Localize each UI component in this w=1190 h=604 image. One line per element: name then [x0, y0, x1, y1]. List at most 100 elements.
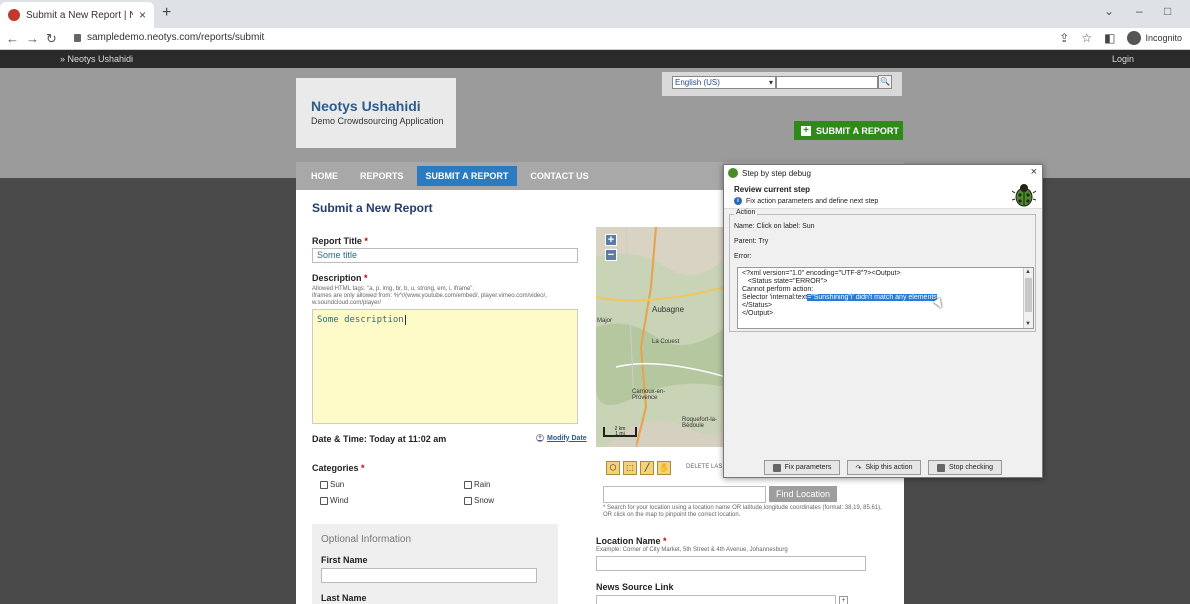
category-sun[interactable]: Sun — [320, 480, 344, 489]
optional-info-section: Optional Information First Name Last Nam… — [312, 524, 558, 604]
action-parent: Parent: Try — [734, 238, 769, 245]
error-output-textarea[interactable]: <?xml version="1.0" encoding="UTF-8"?><O… — [737, 267, 1034, 329]
stop-icon — [937, 463, 945, 472]
info-icon: i — [734, 197, 742, 205]
dialog-header: Review current step i Fix action paramet… — [724, 181, 1042, 209]
categories-label: Categories * — [312, 463, 365, 473]
report-title-input[interactable]: Some title — [312, 248, 578, 263]
site-search-input[interactable] — [776, 76, 878, 89]
tab-search-chevron-icon[interactable]: ⌄ — [1104, 4, 1114, 18]
nav-submit-report[interactable]: SUBMIT A REPORT — [416, 166, 518, 186]
back-arrow-icon[interactable]: ← — [6, 31, 19, 46]
action-legend: Action — [734, 209, 758, 216]
draw-line-icon[interactable]: ╱ — [640, 461, 654, 475]
site-logo[interactable]: Neotys Ushahidi Demo Crowdsourcing Appli… — [296, 78, 456, 148]
pan-hand-icon[interactable]: ✋ — [657, 461, 671, 475]
error-scrollbar[interactable]: ▲ ▼ — [1023, 268, 1033, 328]
nav-reports[interactable]: REPORTS — [351, 166, 413, 186]
browser-tab[interactable]: Submit a New Report | Neotys Us × — [0, 2, 154, 28]
error-line-selector: Selector 'internal:text="Sunshining"i' d… — [742, 294, 937, 301]
location-map[interactable]: + − Aubagne La Couest Carnoux-en-Provenc… — [596, 227, 726, 447]
draw-box-icon[interactable]: ⬚ — [623, 461, 637, 475]
error-line: </Status> — [742, 302, 772, 309]
search-icon[interactable]: 🔍 — [878, 75, 892, 89]
scroll-thumb — [1025, 278, 1032, 312]
tab-close-icon[interactable]: × — [139, 8, 146, 22]
skip-action-button[interactable]: ↷ Skip this action — [847, 460, 921, 475]
site-brand-link[interactable]: » Neotys Ushahidi — [60, 54, 133, 64]
reload-icon[interactable]: ↻ — [46, 31, 57, 47]
find-location-hint: * Search for your location using a locat… — [603, 505, 882, 518]
language-value: English (US) — [675, 78, 720, 87]
submit-report-label: SUBMIT A REPORT — [816, 125, 899, 136]
date-time-label: Date & Time: Today at 11:02 am — [312, 434, 447, 444]
delete-last-link[interactable]: DELETE LAS — [686, 464, 722, 470]
nav-home[interactable]: HOME — [311, 166, 347, 186]
modify-date-link[interactable]: + Modify Date — [536, 434, 587, 442]
incognito-badge[interactable]: Incognito — [1127, 31, 1182, 45]
lock-icon — [74, 33, 81, 42]
ladybug-icon — [1012, 184, 1036, 207]
draw-polygon-icon[interactable]: ⬡ — [606, 461, 620, 475]
map-zoom-out-button[interactable]: − — [605, 249, 617, 261]
add-news-link-icon[interactable]: + — [839, 596, 848, 604]
forward-arrow-icon[interactable]: → — [26, 31, 39, 46]
first-name-input[interactable] — [321, 568, 537, 583]
action-name: Name: Click on label: Sun — [734, 223, 815, 230]
map-label: La Couest — [652, 339, 680, 345]
location-name-input[interactable] — [596, 556, 866, 571]
neoload-app-icon — [728, 168, 738, 178]
map-label: Roquefort-la-Bédoule — [682, 417, 718, 429]
last-name-label: Last Name — [321, 593, 367, 603]
dialog-close-icon[interactable]: × — [1031, 166, 1037, 178]
side-panel-icon[interactable]: ◧ — [1104, 31, 1115, 45]
submit-report-header-button[interactable]: + SUBMIT A REPORT — [794, 121, 903, 140]
chevron-down-icon: ▾ — [768, 78, 773, 87]
share-icon[interactable]: ⇪ — [1059, 31, 1069, 45]
skip-arrow-icon: ↷ — [855, 464, 862, 472]
news-source-input[interactable] — [596, 595, 836, 604]
page-title: Submit a New Report — [312, 201, 433, 215]
map-zoom-in-button[interactable]: + — [605, 234, 617, 246]
description-label: Description * — [312, 273, 368, 283]
checkbox-icon — [464, 496, 472, 505]
checkbox-icon — [464, 480, 472, 489]
category-wind[interactable]: Wind — [320, 496, 348, 505]
location-name-label: Location Name * — [596, 536, 667, 546]
selected-error-text: ="Sunshining"i' didn't match any element… — [807, 294, 937, 301]
step-debug-dialog: Step by step debug × Review current step… — [723, 164, 1043, 478]
category-snow[interactable]: Snow — [464, 496, 494, 505]
map-scale: 2 km 1 mi — [603, 427, 637, 437]
wrench-icon — [772, 463, 781, 472]
address-bar: ← → ↻ sampledemo.neotys.com/reports/subm… — [0, 28, 1190, 50]
location-search-input[interactable] — [603, 486, 766, 503]
map-label: Major — [597, 318, 613, 324]
maximize-button[interactable]: □ — [1164, 4, 1171, 18]
category-rain[interactable]: Rain — [464, 480, 490, 489]
optional-info-heading: Optional Information — [321, 534, 412, 545]
incognito-icon — [1127, 31, 1142, 45]
error-label: Error: — [734, 253, 752, 260]
language-search-box: English (US) ▾ 🔍 — [662, 72, 902, 96]
checkbox-icon — [320, 496, 328, 505]
tab-title: Submit a New Report | Neotys Us — [26, 9, 133, 21]
stop-checking-button[interactable]: Stop checking — [928, 460, 1002, 475]
dialog-title: Step by step debug — [742, 168, 811, 178]
incognito-label: Incognito — [1145, 33, 1182, 43]
fix-parameters-button[interactable]: Fix parameters — [764, 460, 840, 475]
new-tab-button[interactable]: + — [162, 4, 171, 22]
description-hint: Allowed HTML tags: "a, p, img, br, b, u,… — [312, 286, 547, 306]
dialog-titlebar: Step by step debug × — [724, 165, 1042, 181]
language-select[interactable]: English (US) ▾ — [672, 76, 776, 89]
description-textarea[interactable]: Some description — [312, 309, 578, 424]
login-link[interactable]: Login — [1112, 54, 1134, 64]
url-field[interactable]: sampledemo.neotys.com/reports/submit — [74, 32, 264, 43]
error-line: </Output> — [742, 310, 774, 317]
first-name-label: First Name — [321, 555, 368, 565]
logo-title: Neotys Ushahidi — [311, 98, 421, 114]
nav-contact-us[interactable]: CONTACT US — [521, 166, 597, 186]
location-name-hint: Example: Corner of City Market, 5th Stre… — [596, 547, 788, 553]
find-location-button[interactable]: Find Location — [769, 486, 838, 502]
minimize-button[interactable]: – — [1136, 4, 1143, 18]
bookmark-star-icon[interactable]: ☆ — [1081, 31, 1092, 45]
